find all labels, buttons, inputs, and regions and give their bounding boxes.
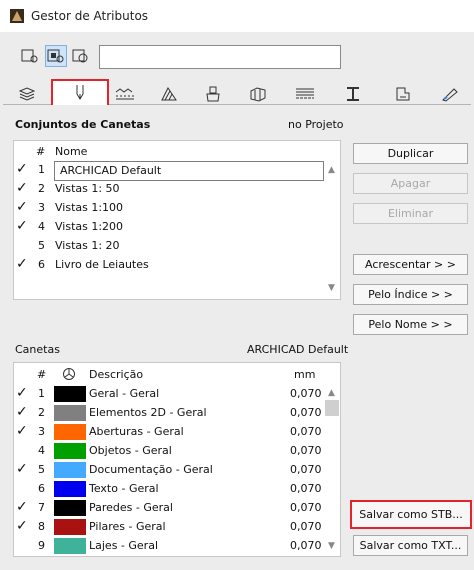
tab-layers-icon[interactable] [5,83,49,105]
check-mark: ✓ [16,461,28,477]
check-mark: ✓ [16,404,28,420]
scroll-up-icon[interactable]: ▲ [328,165,335,175]
pen-color-swatch [54,462,86,478]
window-title: Gestor de Atributos [31,9,149,23]
scroll-down-icon[interactable]: ▼ [328,541,335,551]
pensets-list[interactable]: # Nome ✓ 1 ARCHICAD Default ✓ 2 Vistas 1… [13,140,341,300]
save-stb-button[interactable]: Salvar como STB... [350,500,472,529]
tab-zone-icon[interactable] [381,83,425,105]
delete-button[interactable]: Apagar [353,173,468,194]
by-name-button[interactable]: Pelo Nome > > [353,314,468,335]
pens-set-name: ARCHICAD Default [247,343,349,356]
app-icon [10,9,24,23]
append-button[interactable]: Acrescentar > > [353,254,468,275]
pensets-title: Conjuntos de Canetas [15,118,151,131]
pens-list[interactable]: # Descrição mm ▲ ▼ ✓ 1 Geral - Geral 0,070 ✓… [13,362,341,557]
table-row[interactable]: ✓ 7 Paredes - Geral 0,070 [14,499,322,518]
pen-color-swatch [54,386,86,402]
pen-color-swatch [54,538,86,554]
pen-color-swatch [54,424,86,440]
table-row[interactable]: ✓ 1 Geral - Geral 0,070 [14,385,322,404]
list-item[interactable]: ✓ 3 Vistas 1:100 [14,199,324,218]
list-item[interactable]: 5 Vistas 1: 20 [14,237,324,256]
pen-width: 0,070 [290,539,322,552]
scroll-down-icon[interactable]: ▼ [328,283,335,293]
pen-color-swatch [54,405,86,421]
check-mark: ✓ [16,423,28,439]
view-2-icon[interactable] [45,45,67,67]
eliminate-button[interactable]: Eliminar [353,203,468,224]
check-mark: ✓ [16,499,28,515]
pen-number: 9 [38,539,45,552]
scroll-up-icon[interactable]: ▲ [328,388,335,398]
list-item[interactable]: ✓ 1 ARCHICAD Default [14,161,324,181]
duplicate-button[interactable]: Duplicar [353,143,468,164]
list-item[interactable]: ✓ 4 Vistas 1:200 [14,218,324,237]
table-row[interactable]: ✓ 3 Aberturas - Geral 0,070 [14,423,322,442]
pen-color-swatch [54,500,86,516]
tab-fill-icon[interactable] [147,83,191,105]
check-mark: ✓ [16,518,28,534]
tab-pen-icon[interactable] [51,79,109,107]
save-txt-button[interactable]: Salvar como TXT... [353,535,468,556]
by-index-button[interactable]: Pelo Índice > > [353,284,468,305]
table-row[interactable]: 6 Texto - Geral 0,070 [14,480,322,499]
view-3-icon[interactable] [70,45,92,67]
table-row[interactable]: ✓ 8 Pilares - Geral 0,070 [14,518,322,537]
table-row[interactable]: ✓ 5 Documentação - Geral 0,070 [14,461,322,480]
view-1-icon[interactable] [19,45,41,67]
pen-description: Lajes - Geral [89,539,158,552]
pen-color-swatch [54,481,86,497]
tab-profile-icon[interactable] [283,83,327,105]
pen-color-swatch [54,519,86,535]
check-mark: ✓ [16,385,28,401]
table-row[interactable]: ✓ 2 Elementos 2D - Geral 0,070 [14,404,322,423]
tab-composite-icon[interactable] [236,83,280,105]
tab-line-icon[interactable] [103,83,147,105]
scrollbar-thumb[interactable] [325,400,339,416]
tab-material-icon[interactable] [428,83,472,105]
pen-color-swatch [54,443,86,459]
pensets-scope: no Projeto [288,118,344,131]
table-row[interactable]: 4 Objetos - Geral 0,070 [14,442,322,461]
tab-column-icon[interactable] [331,83,375,105]
list-item[interactable]: ✓ 6 Livro de Leiautes [14,256,324,275]
pens-title: Canetas [15,343,60,356]
tab-surface-icon[interactable] [191,83,235,105]
list-item[interactable]: ✓ 2 Vistas 1: 50 [14,180,324,199]
table-row[interactable]: 9 Lajes - Geral 0,070 [14,537,322,556]
search-input[interactable] [99,45,341,69]
color-column-icon [62,367,76,384]
